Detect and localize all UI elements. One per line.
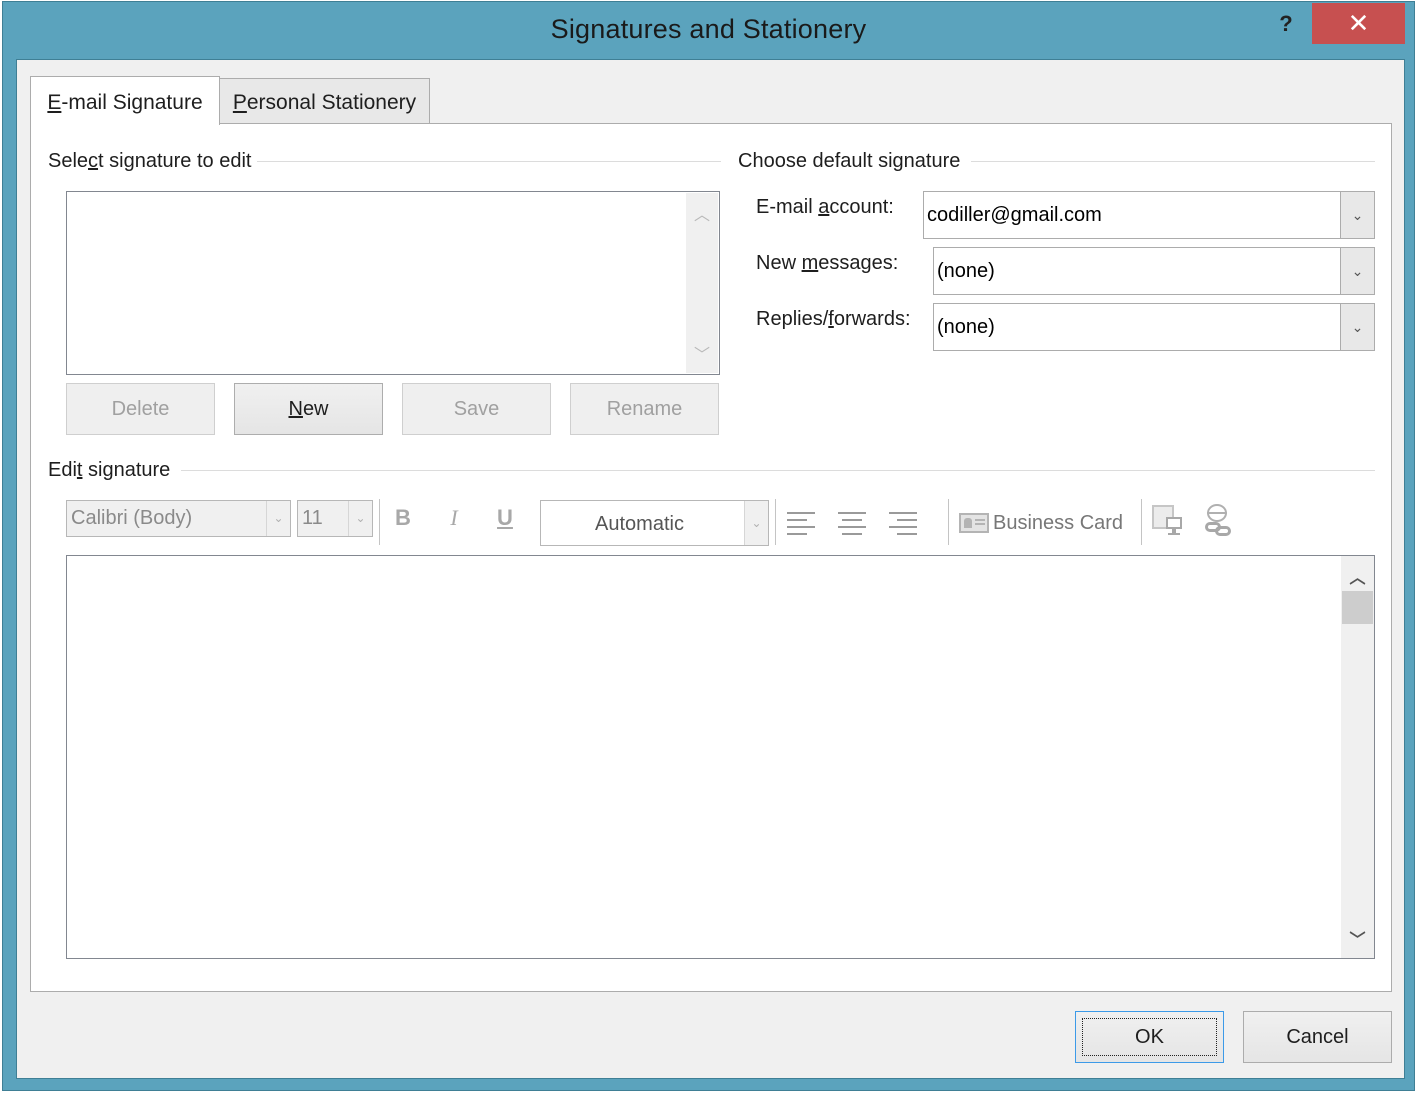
signature-list[interactable]: ︿ ﹀ <box>66 191 720 375</box>
group-divider <box>181 470 1375 471</box>
tab-personal-stationery[interactable]: Personal Stationery <box>219 78 430 124</box>
align-left-icon[interactable] <box>787 512 817 535</box>
chevron-down-icon[interactable]: ⌄ <box>1340 192 1374 238</box>
group-divider <box>971 161 1375 162</box>
toolbar-separator <box>775 499 776 545</box>
scrollbar-thumb[interactable] <box>1342 591 1373 624</box>
chevron-down-icon[interactable]: ⌄ <box>1340 304 1374 350</box>
focus-rectangle <box>1082 1018 1217 1056</box>
new-button[interactable]: New <box>234 383 383 435</box>
cancel-button[interactable]: Cancel <box>1243 1011 1392 1063</box>
chevron-down-icon[interactable]: ⌄ <box>1340 248 1374 294</box>
scroll-up-icon[interactable]: ︿ <box>686 201 718 225</box>
ok-button[interactable]: OK <box>1075 1011 1224 1063</box>
help-button[interactable]: ? <box>1267 6 1305 42</box>
replies-forwards-label: Replies/forwards: <box>756 308 911 330</box>
chevron-down-icon[interactable]: ⌄ <box>744 501 768 545</box>
scroll-up-icon[interactable]: ︿ <box>1341 564 1374 588</box>
email-account-label: E-mail account: <box>756 196 894 218</box>
save-button[interactable]: Save <box>402 383 551 435</box>
dialog-client-area: E-mail Signature Personal Stationery Sel… <box>16 59 1405 1079</box>
scroll-down-icon[interactable]: ﹀ <box>1341 926 1374 950</box>
replies-forwards-select[interactable]: (none) ⌄ <box>933 303 1375 351</box>
toolbar-separator <box>948 499 949 545</box>
chevron-down-icon[interactable]: ⌄ <box>266 501 290 536</box>
email-signature-panel: Select signature to edit ︿ ﹀ Delete New … <box>30 123 1392 992</box>
insert-picture-icon[interactable] <box>1152 505 1184 537</box>
dialog-title: Signatures and Stationery <box>550 14 867 44</box>
signature-editor[interactable]: ︿ ﹀ <box>66 555 1375 959</box>
email-account-select[interactable]: codiller@gmail.com ⌄ <box>923 191 1375 239</box>
edit-signature-label: Edit signature <box>48 459 177 482</box>
close-button[interactable]: ✕ <box>1312 3 1405 44</box>
font-name-select[interactable]: Calibri (Body) ⌄ <box>66 500 291 537</box>
font-color-select[interactable]: Automatic ⌄ <box>540 500 769 546</box>
align-right-icon[interactable] <box>889 512 919 535</box>
business-card-button[interactable]: Business Card <box>959 508 1123 538</box>
default-signature-label: Choose default signature <box>738 150 967 173</box>
toolbar-separator <box>1141 499 1142 545</box>
scroll-down-icon[interactable]: ﹀ <box>686 341 718 365</box>
new-messages-label: New messages: <box>756 252 899 274</box>
business-card-icon <box>959 513 989 533</box>
tab-email-signature[interactable]: E-mail Signature <box>30 76 220 125</box>
chevron-down-icon[interactable]: ⌄ <box>348 501 372 536</box>
dialog-window: Signatures and Stationery ? ✕ E-mail Sig… <box>2 1 1415 1091</box>
font-size-select[interactable]: 11 ⌄ <box>297 500 373 537</box>
insert-hyperlink-icon[interactable] <box>1203 504 1235 538</box>
close-icon: ✕ <box>1347 8 1370 38</box>
italic-button[interactable]: I <box>442 505 466 531</box>
signature-list-scrollbar[interactable]: ︿ ﹀ <box>686 193 718 373</box>
editor-scrollbar[interactable]: ︿ ﹀ <box>1341 556 1374 958</box>
delete-button[interactable]: Delete <box>66 383 215 435</box>
toolbar-separator <box>379 499 380 545</box>
underline-button[interactable]: U <box>493 505 517 531</box>
rename-button[interactable]: Rename <box>570 383 719 435</box>
bold-button[interactable]: B <box>391 505 415 531</box>
align-center-icon[interactable] <box>838 512 868 535</box>
select-signature-label: Select signature to edit <box>48 150 258 173</box>
new-messages-select[interactable]: (none) ⌄ <box>933 247 1375 295</box>
group-divider <box>251 161 721 162</box>
